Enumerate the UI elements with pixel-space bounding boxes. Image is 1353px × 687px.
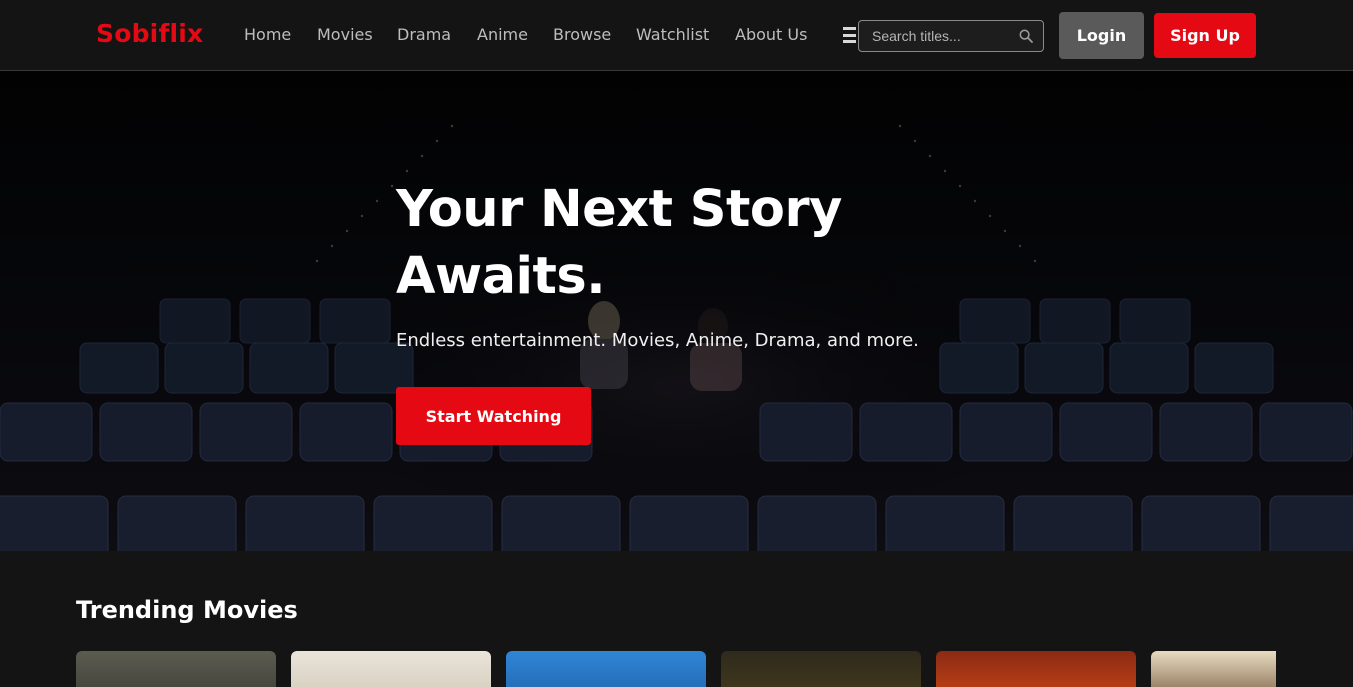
nav-link-about-us[interactable]: About Us [735,25,807,44]
movie-poster[interactable] [506,651,706,687]
movie-poster[interactable] [1151,651,1276,687]
trending-movies-title: Trending Movies [76,596,298,624]
search-input[interactable] [859,21,1009,51]
hero-background-image [0,71,1353,551]
navbar: Sobiflix Home Movies Drama Anime Browse … [0,0,1353,71]
start-watching-button[interactable]: Start Watching [396,387,591,445]
search-icon[interactable] [1019,29,1033,43]
menu-icon[interactable] [843,27,856,43]
hero-section: Your Next Story Awaits. Endless entertai… [0,71,1353,551]
movie-poster[interactable] [76,651,276,687]
signup-button[interactable]: Sign Up [1154,13,1256,58]
nav-link-anime[interactable]: Anime [477,25,528,44]
nav-link-movies[interactable]: Movies [317,25,373,44]
hero-title: Your Next Story Awaits. [396,180,842,306]
hero-subtitle: Endless entertainment. Movies, Anime, Dr… [396,330,919,351]
nav-link-home[interactable]: Home [244,25,291,44]
trending-movies-row [76,651,1276,687]
brand-logo[interactable]: Sobiflix [96,19,203,48]
nav-link-drama[interactable]: Drama [397,25,451,44]
search-box [858,20,1044,52]
movie-poster[interactable] [936,651,1136,687]
movie-poster[interactable] [721,651,921,687]
movie-poster[interactable] [291,651,491,687]
login-button[interactable]: Login [1059,12,1144,59]
nav-link-watchlist[interactable]: Watchlist [636,25,709,44]
nav-link-browse[interactable]: Browse [553,25,611,44]
